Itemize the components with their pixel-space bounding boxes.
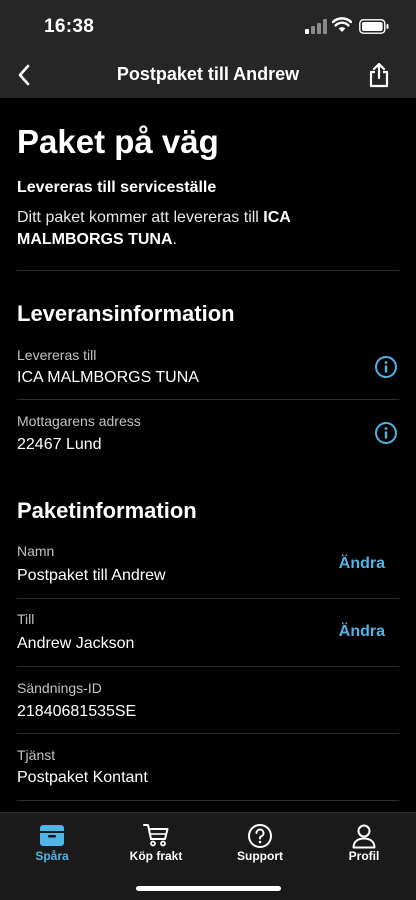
- delivery-description-prefix: Ditt paket kommer att levereras till: [17, 209, 264, 226]
- back-button[interactable]: [10, 60, 38, 90]
- section-title-package: Paketinformation: [17, 498, 197, 523]
- tab-label: Profil: [348, 849, 380, 863]
- delivery-type: Levereras till serviceställe: [17, 179, 217, 196]
- share-icon: [369, 62, 389, 88]
- divider: [17, 270, 399, 271]
- screen: 16:38 Postpaket till Andrew Paket på väg…: [0, 0, 416, 900]
- divider: [17, 800, 399, 801]
- chevron-left-icon: [18, 64, 30, 86]
- tab-profile[interactable]: Profil: [312, 813, 416, 873]
- package-icon: [40, 825, 64, 846]
- person-icon: [352, 824, 376, 849]
- edit-name-button[interactable]: Ändra: [339, 555, 385, 573]
- delivery-description: Ditt paket kommer att levereras till ICA…: [17, 207, 397, 251]
- tab-bar: Spåra Köp frakt Support Profil: [0, 812, 416, 900]
- row-label: Mottagarens adress: [17, 413, 141, 429]
- status-time: 16:38: [44, 16, 95, 37]
- row-value: Postpaket till Andrew: [17, 567, 166, 584]
- home-indicator[interactable]: [136, 886, 281, 891]
- tab-support[interactable]: Support: [208, 813, 312, 873]
- tab-track[interactable]: Spåra: [0, 813, 104, 873]
- row-label: Sändnings-ID: [17, 680, 102, 696]
- row-value: Postpaket Kontant: [17, 769, 148, 786]
- row-value: 21840681535SE: [17, 703, 137, 720]
- tab-label: Spåra: [35, 849, 69, 863]
- cart-icon: [143, 824, 169, 847]
- navigation-bar: Postpaket till Andrew: [0, 52, 416, 98]
- divider: [17, 598, 399, 599]
- row-label: Till: [17, 611, 35, 627]
- wifi-icon: [332, 17, 352, 32]
- divider: [17, 666, 399, 667]
- info-icon[interactable]: [374, 355, 398, 379]
- row-label: Namn: [17, 543, 55, 559]
- page-title: Postpaket till Andrew: [116, 64, 300, 84]
- info-icon[interactable]: [374, 421, 398, 445]
- tab-label: Support: [237, 849, 283, 863]
- question-icon: [248, 824, 272, 848]
- row-label: Tjänst: [17, 747, 56, 763]
- row-value: 22467 Lund: [17, 436, 102, 453]
- share-button[interactable]: [366, 61, 392, 89]
- row-value: Andrew Jackson: [17, 635, 135, 652]
- tab-buy-shipping[interactable]: Köp frakt: [104, 813, 208, 873]
- status-bar: 16:38: [0, 0, 416, 52]
- divider: [17, 399, 399, 400]
- edit-recipient-button[interactable]: Ändra: [339, 623, 385, 641]
- cellular-signal-icon: [305, 19, 327, 34]
- divider: [17, 733, 399, 734]
- delivery-description-suffix: .: [172, 231, 177, 248]
- battery-icon: [359, 19, 389, 34]
- content-scroll-area[interactable]: Paket på väg Levereras till serviceställ…: [0, 98, 416, 812]
- tab-label: Köp frakt: [129, 849, 183, 863]
- section-title-delivery: Leveransinformation: [17, 301, 235, 326]
- row-label: Levereras till: [17, 347, 97, 363]
- status-heading: Paket på väg: [17, 123, 219, 160]
- row-value: ICA MALMBORGS TUNA: [17, 369, 199, 386]
